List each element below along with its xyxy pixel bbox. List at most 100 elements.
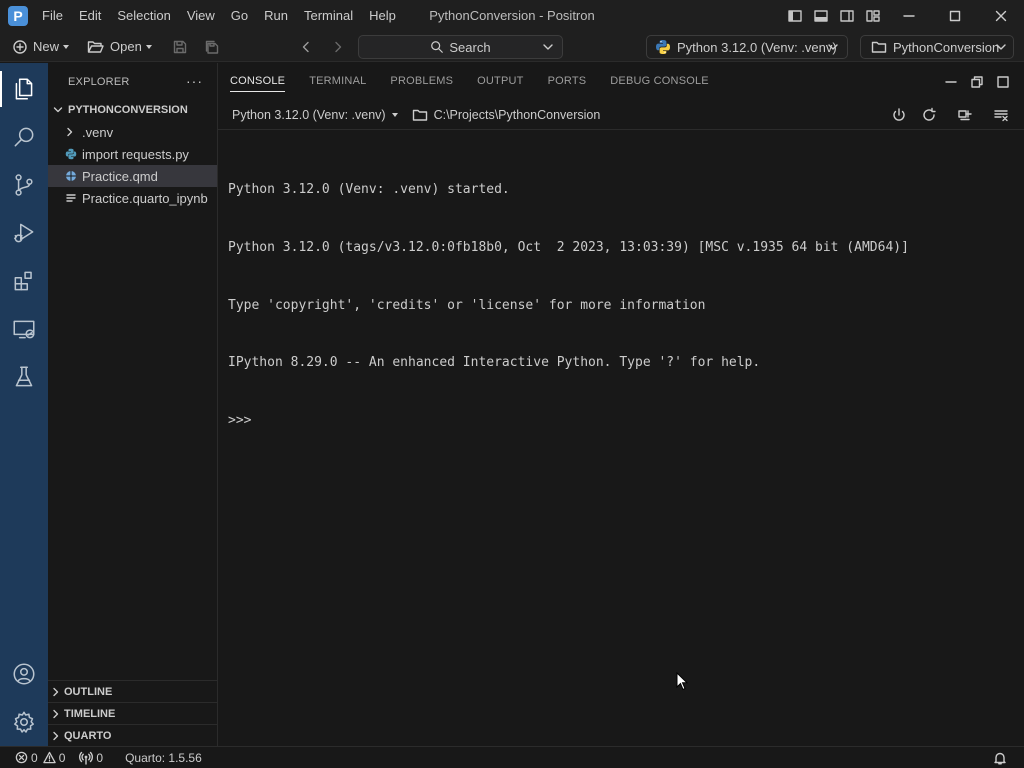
explorer-icon[interactable] [0, 65, 48, 113]
interpreter-selector[interactable]: Python 3.12.0 (Venv: .venv) [646, 35, 848, 59]
search-label: Search [449, 39, 491, 55]
console-session-selector[interactable]: Python 3.12.0 (Venv: .venv) [232, 108, 398, 122]
tab-terminal[interactable]: TERMINAL [309, 63, 366, 100]
console-line: Python 3.12.0 (tags/v3.12.0:0fb18b0, Oct… [228, 240, 909, 256]
back-icon[interactable] [294, 35, 318, 59]
more-actions-icon[interactable]: ··· [186, 73, 203, 89]
minimize-icon[interactable] [886, 0, 932, 32]
explorer-sidebar: EXPLORER ··· PYTHONCONVERSION .venv impo… [48, 63, 218, 746]
search-icon [430, 40, 444, 54]
console-session-label: Python 3.12.0 (Venv: .venv) [232, 107, 386, 122]
section-label: OUTLINE [64, 685, 113, 698]
workspace-root-folder[interactable]: PYTHONCONVERSION [48, 99, 217, 121]
console-actions [884, 102, 1016, 128]
forward-icon[interactable] [326, 35, 350, 59]
customize-layout-icon[interactable] [860, 0, 886, 32]
toggle-primary-sidebar-icon[interactable] [782, 0, 808, 32]
tab-ports[interactable]: PORTS [548, 63, 587, 100]
variables-icon[interactable] [950, 102, 980, 128]
app-logo: P [8, 6, 28, 26]
open-button-label: Open [110, 39, 142, 54]
extensions-icon[interactable] [0, 257, 48, 305]
quarto-section[interactable]: QUARTO [48, 724, 217, 746]
close-icon[interactable] [978, 0, 1024, 32]
menu-run[interactable]: Run [256, 4, 296, 28]
panel-tabs: CONSOLE TERMINAL PROBLEMS OUTPUT PORTS D… [218, 63, 1024, 100]
clear-console-icon[interactable] [986, 102, 1016, 128]
quarto-version[interactable]: Quarto: 1.5.56 [120, 747, 207, 768]
maximize-icon[interactable] [932, 0, 978, 32]
power-icon[interactable] [884, 102, 914, 128]
chevron-right-icon [50, 708, 62, 720]
tab-output[interactable]: OUTPUT [477, 63, 523, 100]
testing-icon[interactable] [0, 353, 48, 401]
panel: CONSOLE TERMINAL PROBLEMS OUTPUT PORTS D… [218, 63, 1024, 746]
tree-item-label: import requests.py [82, 146, 189, 162]
menu-selection[interactable]: Selection [109, 4, 178, 28]
tab-debug-console[interactable]: DEBUG CONSOLE [610, 63, 709, 100]
top-action-bar: New Open Search Python 3.12.0 (Venv: .ve… [0, 32, 1024, 62]
menu-file[interactable]: File [34, 4, 71, 28]
notifications-bell-icon[interactable] [988, 747, 1012, 768]
error-icon [15, 751, 28, 764]
open-button[interactable]: Open [83, 35, 156, 59]
run-debug-icon[interactable] [0, 209, 48, 257]
console-line: Python 3.12.0 (Venv: .venv) started. [228, 182, 510, 198]
warning-icon [42, 751, 56, 764]
tree-item-import-requests-py[interactable]: import requests.py [48, 143, 217, 165]
outline-section[interactable]: OUTLINE [48, 680, 217, 702]
title-bar: P File Edit Selection View Go Run Termin… [0, 0, 1024, 32]
folder-open-icon [87, 39, 105, 55]
minimize-panel-icon[interactable] [938, 69, 964, 95]
menu-go[interactable]: Go [223, 4, 256, 28]
remote-explorer-icon[interactable] [0, 305, 48, 353]
chevron-down-icon [995, 41, 1007, 53]
working-directory[interactable]: C:\Projects\PythonConversion [434, 108, 601, 122]
panel-actions [938, 63, 1016, 100]
text-file-icon [64, 192, 78, 204]
menu-bar: File Edit Selection View Go Run Terminal… [34, 0, 404, 32]
console-prompt[interactable]: >>> [228, 411, 1018, 430]
search-icon[interactable] [0, 113, 48, 161]
folder-selector[interactable]: PythonConversion [860, 35, 1014, 59]
toggle-secondary-sidebar-icon[interactable] [834, 0, 860, 32]
chevron-down-icon [63, 44, 70, 49]
python-logo-icon [655, 39, 671, 55]
section-label: TIMELINE [64, 707, 116, 720]
new-button-label: New [33, 39, 60, 54]
root-folder-label: PYTHONCONVERSION [68, 104, 188, 116]
console-toolbar: Python 3.12.0 (Venv: .venv) C:\Projects\… [218, 100, 1024, 130]
problems-status[interactable]: 0 0 [10, 747, 70, 768]
tab-console[interactable]: CONSOLE [230, 63, 286, 100]
maximize-panel-icon[interactable] [990, 69, 1016, 95]
menu-edit[interactable]: Edit [71, 4, 109, 28]
tree-item-venv[interactable]: .venv [48, 121, 217, 143]
quarto-file-icon [64, 170, 78, 182]
source-control-icon[interactable] [0, 161, 48, 209]
chevron-right-icon [50, 730, 62, 742]
console-output[interactable]: Python 3.12.0 (Venv: .venv) started. Pyt… [228, 142, 1018, 468]
account-icon[interactable] [0, 650, 48, 698]
tree-item-practice-qmd[interactable]: Practice.qmd [48, 165, 217, 187]
folder-icon [412, 107, 428, 123]
save-icon[interactable] [168, 35, 192, 59]
python-file-icon [64, 148, 78, 160]
command-center-search[interactable]: Search [358, 35, 563, 59]
new-button[interactable]: New [8, 35, 73, 59]
settings-gear-icon[interactable] [0, 698, 48, 746]
menu-help[interactable]: Help [361, 4, 404, 28]
restart-icon[interactable] [914, 102, 944, 128]
chevron-right-icon [62, 126, 78, 138]
timeline-section[interactable]: TIMELINE [48, 702, 217, 724]
folder-icon [871, 39, 887, 55]
mouse-cursor-icon [676, 672, 688, 691]
ports-status[interactable]: 0 [74, 747, 108, 768]
menu-view[interactable]: View [179, 4, 223, 28]
save-all-icon[interactable] [200, 35, 224, 59]
status-bar: 0 0 0 Quarto: 1.5.56 [0, 746, 1024, 768]
toggle-panel-icon[interactable] [808, 0, 834, 32]
menu-terminal[interactable]: Terminal [296, 4, 361, 28]
restore-panel-icon[interactable] [964, 69, 990, 95]
tab-problems[interactable]: PROBLEMS [390, 63, 453, 100]
tree-item-practice-quarto-ipynb[interactable]: Practice.quarto_ipynb [48, 187, 217, 209]
